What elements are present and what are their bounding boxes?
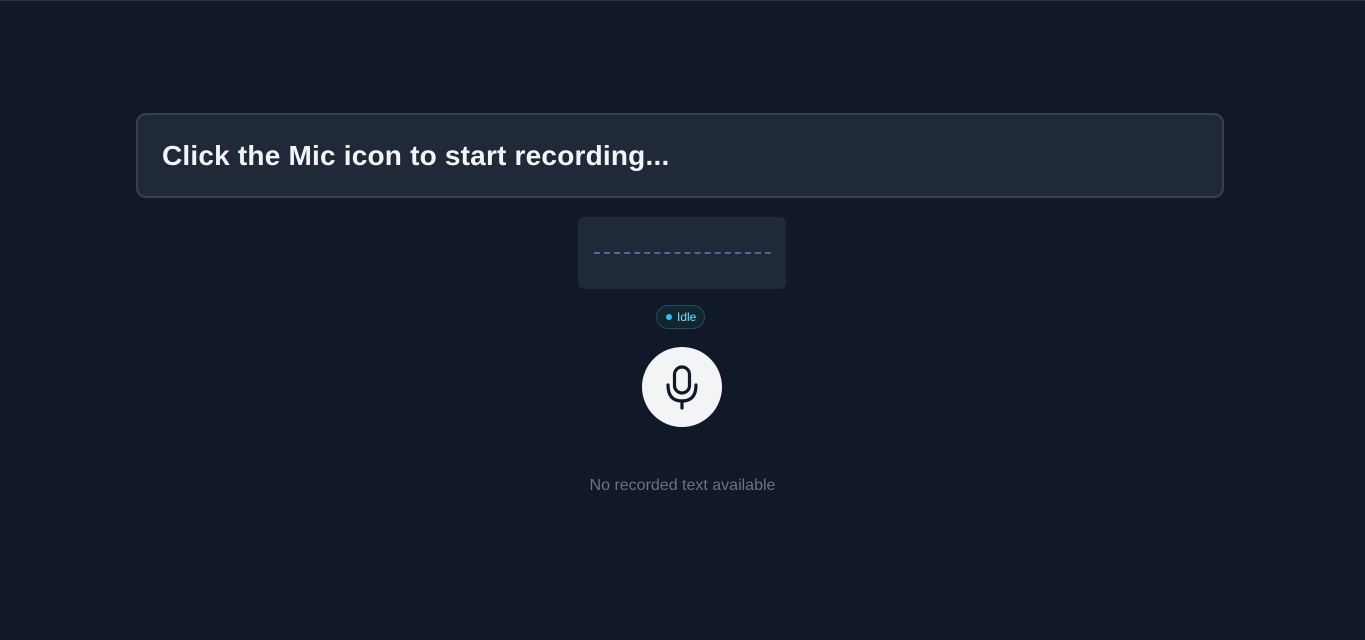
prompt-text: Click the Mic icon to start recording... (162, 139, 670, 171)
waveform-display (578, 217, 786, 289)
status-label: Idle (677, 310, 697, 324)
status-badge: Idle (656, 305, 706, 329)
status-dot-icon (666, 314, 672, 320)
microphone-icon (662, 364, 702, 410)
record-button[interactable] (642, 347, 722, 427)
transcript-empty-message: No recorded text available (589, 477, 776, 494)
prompt-panel: Click the Mic icon to start recording... (136, 113, 1224, 198)
waveform-flatline (594, 252, 771, 254)
top-divider (0, 0, 1365, 1)
